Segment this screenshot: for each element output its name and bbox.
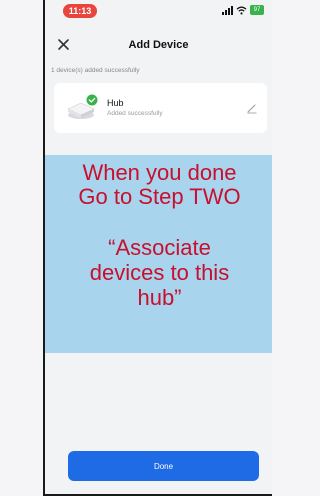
instruction-overlay: When you done Go to Step TWO “Associate … [45, 155, 272, 353]
signal-icon [222, 5, 233, 15]
status-icons: 97 [222, 5, 264, 15]
phone-screen: 11:13 97 Add Device 1 device(s) added su… [43, 0, 272, 496]
device-status: Added successfully [107, 110, 163, 117]
overlay-instruction-line1: When you done [82, 160, 237, 185]
edit-icon[interactable] [246, 102, 258, 114]
overlay-step-name: “Associate devices to this hub” [89, 235, 230, 310]
hub-device-icon [67, 94, 98, 119]
done-button[interactable]: Done [68, 451, 259, 481]
page-title: Add Device [128, 39, 189, 51]
device-name: Hub [107, 98, 124, 108]
wifi-icon [236, 5, 247, 15]
status-time: 11:13 [63, 4, 97, 18]
added-count-text: 1 device(s) added successfully [51, 67, 140, 74]
battery-icon: 97 [250, 5, 264, 15]
overlay-instruction-line2: Go to Step TWO [78, 184, 241, 209]
device-card[interactable]: Hub Added successfully [54, 83, 267, 133]
status-bar: 11:13 97 [45, 0, 272, 24]
nav-bar: Add Device [45, 30, 272, 60]
